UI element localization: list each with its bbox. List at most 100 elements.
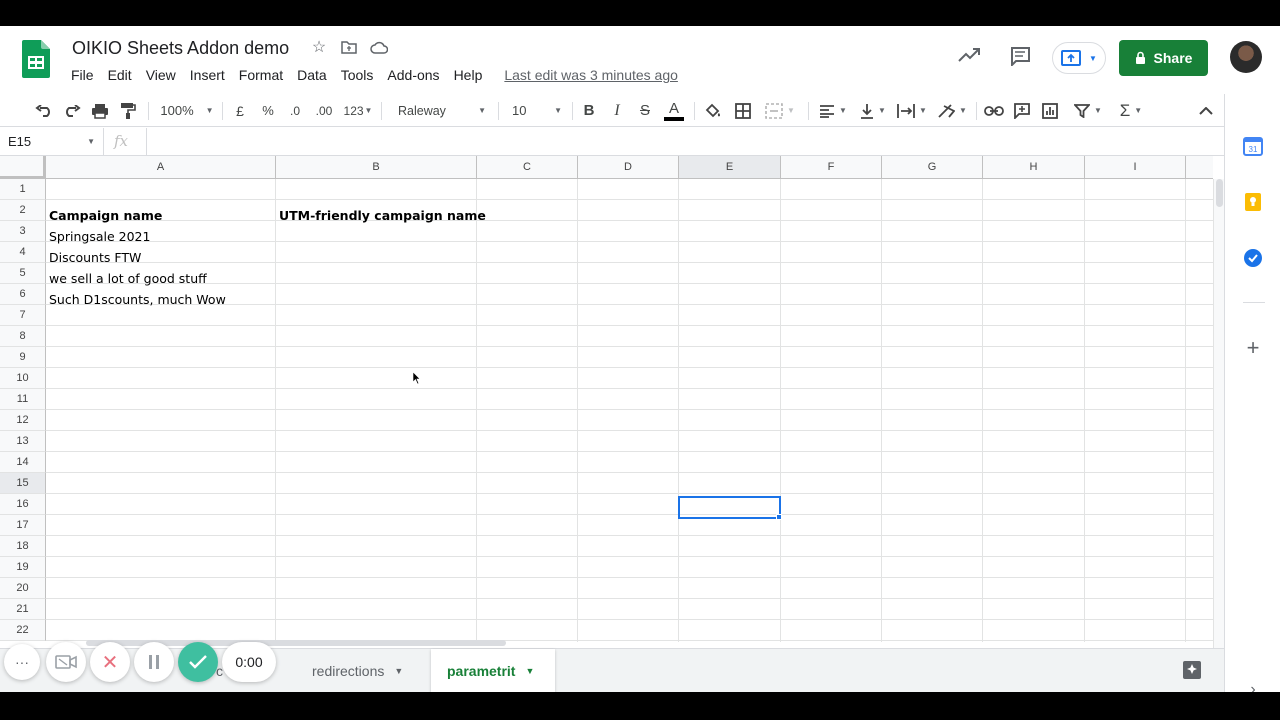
row-header-12[interactable]: 12 [0, 410, 46, 431]
insert-comment-icon[interactable] [1011, 94, 1033, 127]
cell-a1[interactable]: Campaign name [46, 205, 162, 226]
recorder-menu-button[interactable]: ··· [4, 644, 40, 680]
add-addon-icon[interactable]: + [1243, 335, 1263, 360]
column-header-g[interactable]: G [882, 156, 983, 179]
redo-icon[interactable] [61, 94, 83, 127]
cell-b1[interactable]: UTM-friendly campaign name [276, 205, 486, 226]
formula-input[interactable] [146, 128, 1216, 156]
column-header-h[interactable]: H [983, 156, 1085, 179]
menu-addons[interactable]: Add-ons [380, 64, 446, 86]
avatar[interactable] [1230, 41, 1262, 73]
last-edit-link[interactable]: Last edit was 3 minutes ago [504, 64, 678, 86]
star-icon[interactable]: ☆ [310, 38, 328, 56]
percent-format-button[interactable]: % [260, 94, 276, 127]
collapse-toolbar-icon[interactable] [1196, 94, 1216, 127]
sheets-logo-icon[interactable] [22, 40, 50, 78]
cell-a4[interactable]: we sell a lot of good stuff [46, 268, 207, 289]
row-header-21[interactable]: 21 [0, 599, 46, 620]
menu-help[interactable]: Help [447, 64, 490, 86]
increase-decimal-button[interactable]: .00 [312, 94, 336, 127]
column-header-d[interactable]: D [578, 156, 679, 179]
more-formats-button[interactable]: 123 ▼ [341, 94, 375, 127]
keep-icon[interactable] [1243, 192, 1263, 212]
vertical-scrollbar[interactable] [1213, 179, 1224, 663]
filter-icon[interactable]: ▼ [1068, 94, 1108, 127]
row-header-15[interactable]: 15 [0, 473, 46, 494]
present-button[interactable]: ▼ [1052, 42, 1106, 74]
document-title[interactable]: OIKIO Sheets Addon demo [72, 38, 289, 59]
comment-history-icon[interactable] [1009, 46, 1031, 71]
column-header-e[interactable]: E [679, 156, 781, 179]
row-header-20[interactable]: 20 [0, 578, 46, 599]
select-all-corner[interactable] [0, 156, 46, 179]
cell-a2[interactable]: Springsale 2021 [46, 226, 150, 247]
camera-icon[interactable] [46, 642, 86, 682]
strikethrough-button[interactable]: S [636, 94, 654, 127]
menu-view[interactable]: View [139, 64, 183, 86]
fill-color-icon[interactable] [702, 94, 724, 127]
pause-icon[interactable] [134, 642, 174, 682]
row-header-13[interactable]: 13 [0, 431, 46, 452]
row-header-1[interactable]: 1 [0, 179, 46, 200]
row-header-6[interactable]: 6 [0, 284, 46, 305]
explore-icon[interactable] [1181, 659, 1203, 686]
column-header-a[interactable]: A [46, 156, 276, 179]
share-button[interactable]: Share [1119, 40, 1208, 76]
cloud-status-icon[interactable] [370, 38, 388, 56]
row-header-18[interactable]: 18 [0, 536, 46, 557]
vertical-align-icon[interactable]: ▼ [856, 94, 890, 127]
row-header-5[interactable]: 5 [0, 263, 46, 284]
row-header-16[interactable]: 16 [0, 494, 46, 515]
decrease-decimal-button[interactable]: .0 [285, 94, 305, 127]
spreadsheet-grid[interactable]: A B C D E F G H I 1 2 3 4 5 6 7 8 9 10 11 12 13 14 15 1… [0, 156, 1213, 642]
name-box[interactable]: E15 ▼ [0, 128, 104, 156]
cancel-recording-button[interactable]: ✕ [90, 642, 130, 682]
cell-a5[interactable]: Such D1scounts, much Wow [46, 289, 226, 310]
menu-data[interactable]: Data [290, 64, 334, 86]
column-header-c[interactable]: C [477, 156, 578, 179]
row-header-8[interactable]: 8 [0, 326, 46, 347]
activity-dashboard-icon[interactable] [958, 48, 980, 67]
paint-format-icon[interactable] [117, 94, 139, 127]
text-rotation-icon[interactable]: ▼ [934, 94, 970, 127]
row-header-10[interactable]: 10 [0, 368, 46, 389]
functions-icon[interactable]: Σ ▼ [1114, 94, 1148, 127]
row-header-17[interactable]: 17 [0, 515, 46, 536]
horizontal-align-icon[interactable]: ▼ [816, 94, 850, 127]
row-header-22[interactable]: 22 [0, 620, 46, 641]
move-folder-icon[interactable] [340, 38, 358, 56]
text-color-button[interactable]: A [662, 94, 686, 127]
row-header-9[interactable]: 9 [0, 347, 46, 368]
merge-cells-icon[interactable]: ▼ [760, 94, 800, 127]
calendar-icon[interactable]: 31 [1243, 136, 1263, 156]
chevron-right-icon[interactable]: › [1243, 680, 1263, 692]
print-icon[interactable] [89, 94, 111, 127]
text-wrapping-icon[interactable]: ▼ [894, 94, 930, 127]
fill-handle[interactable] [776, 514, 782, 520]
tasks-icon[interactable] [1243, 248, 1263, 268]
row-header-2[interactable]: 2 [0, 200, 46, 221]
row-header-3[interactable]: 3 [0, 221, 46, 242]
row-header-4[interactable]: 4 [0, 242, 46, 263]
font-family-select[interactable]: Raleway ▼ [390, 94, 490, 127]
scroll-thumb[interactable] [1216, 179, 1223, 207]
column-header-f[interactable]: F [781, 156, 882, 179]
menu-insert[interactable]: Insert [183, 64, 232, 86]
currency-format-button[interactable]: £ [232, 94, 248, 127]
menu-tools[interactable]: Tools [334, 64, 381, 86]
column-header-i[interactable]: I [1085, 156, 1186, 179]
row-header-14[interactable]: 14 [0, 452, 46, 473]
undo-icon[interactable] [33, 94, 55, 127]
row-header-19[interactable]: 19 [0, 557, 46, 578]
insert-link-icon[interactable] [983, 94, 1005, 127]
zoom-select[interactable]: 100% ▼ [158, 94, 216, 127]
finish-recording-button[interactable] [178, 642, 218, 682]
italic-button[interactable]: I [608, 94, 626, 127]
tab-parametrit[interactable]: parametrit ▼ [431, 649, 555, 692]
menu-file[interactable]: File [64, 64, 101, 86]
row-header-7[interactable]: 7 [0, 305, 46, 326]
horizontal-scrollbar[interactable] [46, 638, 1213, 648]
column-header-b[interactable]: B [276, 156, 477, 179]
tab-redirections[interactable]: redirections ▼ [296, 649, 419, 692]
menu-format[interactable]: Format [232, 64, 290, 86]
